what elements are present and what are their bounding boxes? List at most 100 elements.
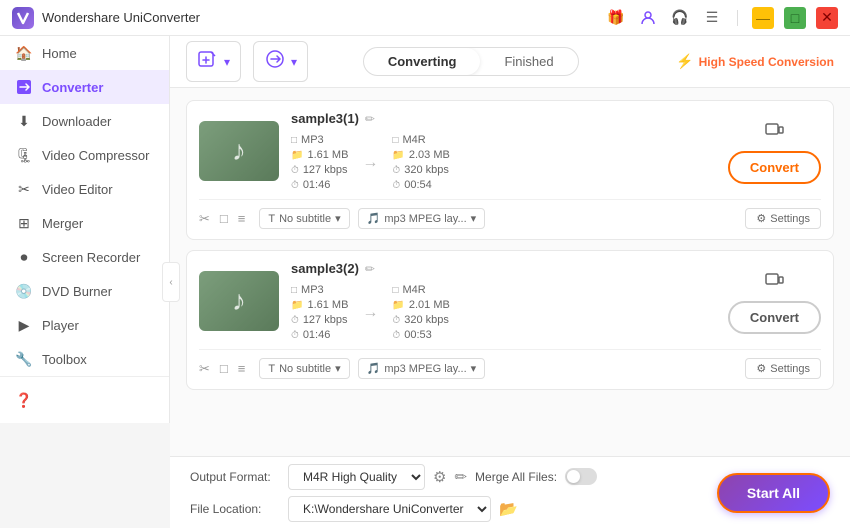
gift-icon[interactable]: 🎁 xyxy=(605,7,627,29)
cut-icon-2[interactable]: ✂ xyxy=(199,361,210,377)
user-icon[interactable] xyxy=(637,7,659,29)
convert-button-1[interactable]: Convert xyxy=(728,151,821,184)
convert-settings-button[interactable]: ▾ xyxy=(253,41,308,82)
source-format-1: □ MP3 xyxy=(291,134,348,146)
settings-icon-1: ⚙ xyxy=(756,212,766,225)
convert-icon xyxy=(264,48,286,75)
sidebar-label-converter: Converter xyxy=(42,80,103,95)
settings-btn-2[interactable]: ⚙ Settings xyxy=(745,358,821,379)
settings-btn-1[interactable]: ⚙ Settings xyxy=(745,208,821,229)
sidebar-label-home: Home xyxy=(42,46,77,61)
target-bitrate-2: ⏱ 320 kbps xyxy=(392,314,449,326)
convert-button-2[interactable]: Convert xyxy=(728,301,821,334)
more-icon-2[interactable]: ≡ xyxy=(238,361,246,377)
sidebar-item-dvd-burner[interactable]: 💿 DVD Burner xyxy=(0,274,169,308)
home-icon: 🏠 xyxy=(16,45,32,61)
audio-select-2[interactable]: 🎵 mp3 MPEG lay... ▾ xyxy=(358,358,486,379)
audio-select-1[interactable]: 🎵 mp3 MPEG lay... ▾ xyxy=(358,208,486,229)
app-logo xyxy=(12,7,34,29)
music-note-icon-1: ♪ xyxy=(232,135,246,167)
titlebar-right: 🎁 🎧 ☰ — □ ✕ xyxy=(605,7,838,29)
dvd-icon: 💿 xyxy=(16,283,32,299)
file-actions-left-1: ✂ □ ≡ xyxy=(199,211,245,227)
headset-icon[interactable]: 🎧 xyxy=(669,7,691,29)
menu-icon[interactable]: ☰ xyxy=(701,7,723,29)
sidebar-item-converter[interactable]: Converter xyxy=(0,70,169,104)
output-format-select[interactable]: M4R High Quality xyxy=(288,464,425,490)
player-icon: ▶ xyxy=(16,317,32,333)
recorder-icon: ⏺ xyxy=(16,249,32,265)
audio-dropdown-icon-1: ▾ xyxy=(471,212,477,225)
sidebar-item-help[interactable]: ❓ xyxy=(0,383,169,417)
target-duration-2: ⏱ 00:53 xyxy=(392,329,449,341)
sidebar-wrapper: 🏠 Home Converter ⬇ Downloader 🗜 Video Co… xyxy=(0,36,170,528)
file-name-row-1: sample3(1) ✏ xyxy=(291,111,708,126)
edit-small-icon[interactable]: ✏ xyxy=(454,468,467,486)
downloader-icon: ⬇ xyxy=(16,113,32,129)
sidebar-label-recorder: Screen Recorder xyxy=(42,250,140,265)
copy-icon-1[interactable]: □ xyxy=(220,211,228,227)
file-list: ♪ sample3(1) ✏ □ MP3 xyxy=(170,88,850,456)
sidebar-item-video-compressor[interactable]: 🗜 Video Compressor xyxy=(0,138,169,172)
subtitle-dropdown-icon-2: ▾ xyxy=(335,362,341,375)
sidebar-item-downloader[interactable]: ⬇ Downloader xyxy=(0,104,169,138)
sidebar-item-video-editor[interactable]: ✂ Video Editor xyxy=(0,172,169,206)
folder-icon[interactable]: 📂 xyxy=(499,500,518,518)
compressor-icon: 🗜 xyxy=(16,147,32,163)
cut-icon-1[interactable]: ✂ xyxy=(199,211,210,227)
target-format-2: □ M4R xyxy=(392,284,449,296)
settings-small-icon[interactable]: ⚙ xyxy=(433,468,446,486)
file-card-1-bottom: ✂ □ ≡ T No subtitle ▾ 🎵 mp3 MPEG lay... … xyxy=(199,199,821,229)
add-icon xyxy=(197,48,219,75)
edit-icon-1[interactable]: ✏ xyxy=(365,112,375,126)
sidebar-item-screen-recorder[interactable]: ⏺ Screen Recorder xyxy=(0,240,169,274)
titlebar-left: Wondershare UniConverter xyxy=(12,7,200,29)
toolbox-icon: 🔧 xyxy=(16,351,32,367)
source-format-2: □ MP3 xyxy=(291,284,348,296)
file-location-label: File Location: xyxy=(190,502,280,516)
sidebar-item-merger[interactable]: ⊞ Merger xyxy=(0,206,169,240)
sidebar-label-downloader: Downloader xyxy=(42,114,111,129)
tab-finished[interactable]: Finished xyxy=(480,48,577,75)
titlebar: Wondershare UniConverter 🎁 🎧 ☰ — □ ✕ xyxy=(0,0,850,36)
file-thumb-2: ♪ xyxy=(199,271,279,331)
convert-settings-dropdown-icon: ▾ xyxy=(291,55,297,69)
file-card-2-bottom: ✂ □ ≡ T No subtitle ▾ 🎵 mp3 MPEG lay... … xyxy=(199,349,821,379)
close-button[interactable]: ✕ xyxy=(816,7,838,29)
sidebar-label-toolbox: Toolbox xyxy=(42,352,87,367)
subtitle-select-2[interactable]: T No subtitle ▾ xyxy=(259,358,349,379)
subtitle-select-1[interactable]: T No subtitle ▾ xyxy=(259,208,349,229)
sidebar-item-home[interactable]: 🏠 Home xyxy=(0,36,169,70)
file-location-select[interactable]: K:\Wondershare UniConverter xyxy=(288,496,491,522)
high-speed-text: High Speed Conversion xyxy=(699,55,834,69)
content-toolbar: ▾ ▾ Converting Finished ⚡ High Speed Con… xyxy=(170,36,850,88)
device-icon-1[interactable] xyxy=(763,118,785,145)
bitrate-icon-1: ⏱ xyxy=(291,165,299,176)
sidebar-item-toolbox[interactable]: 🔧 Toolbox xyxy=(0,342,169,376)
merge-toggle[interactable] xyxy=(565,468,597,485)
subtitle-dropdown-icon-1: ▾ xyxy=(335,212,341,225)
add-files-button[interactable]: ▾ xyxy=(186,41,241,82)
more-icon-1[interactable]: ≡ xyxy=(238,211,246,227)
edit-icon-2[interactable]: ✏ xyxy=(365,262,375,276)
file-name-row-2: sample3(2) ✏ xyxy=(291,261,708,276)
settings-icon-2: ⚙ xyxy=(756,362,766,375)
copy-icon-2[interactable]: □ xyxy=(220,361,228,377)
sidebar-label-player: Player xyxy=(42,318,79,333)
tab-group: Converting Finished xyxy=(363,47,579,76)
start-all-button[interactable]: Start All xyxy=(717,473,830,513)
main-layout: 🏠 Home Converter ⬇ Downloader 🗜 Video Co… xyxy=(0,36,850,528)
convert-actions-2: Convert xyxy=(728,268,821,334)
sidebar-item-player[interactable]: ▶ Player xyxy=(0,308,169,342)
sidebar-label-merger: Merger xyxy=(42,216,83,231)
minimize-button[interactable]: — xyxy=(752,7,774,29)
file-location-row: File Location: K:\Wondershare UniConvert… xyxy=(190,496,701,522)
file-card-1: ♪ sample3(1) ✏ □ MP3 xyxy=(186,100,834,240)
device-icon-2[interactable] xyxy=(763,268,785,295)
music-note-icon-2: ♪ xyxy=(232,285,246,317)
sidebar-collapse-button[interactable]: ‹ xyxy=(162,262,180,302)
tab-converting[interactable]: Converting xyxy=(364,48,481,75)
sidebar-label-editor: Video Editor xyxy=(42,182,113,197)
maximize-button[interactable]: □ xyxy=(784,7,806,29)
target-duration-1: ⏱ 00:54 xyxy=(392,179,449,191)
